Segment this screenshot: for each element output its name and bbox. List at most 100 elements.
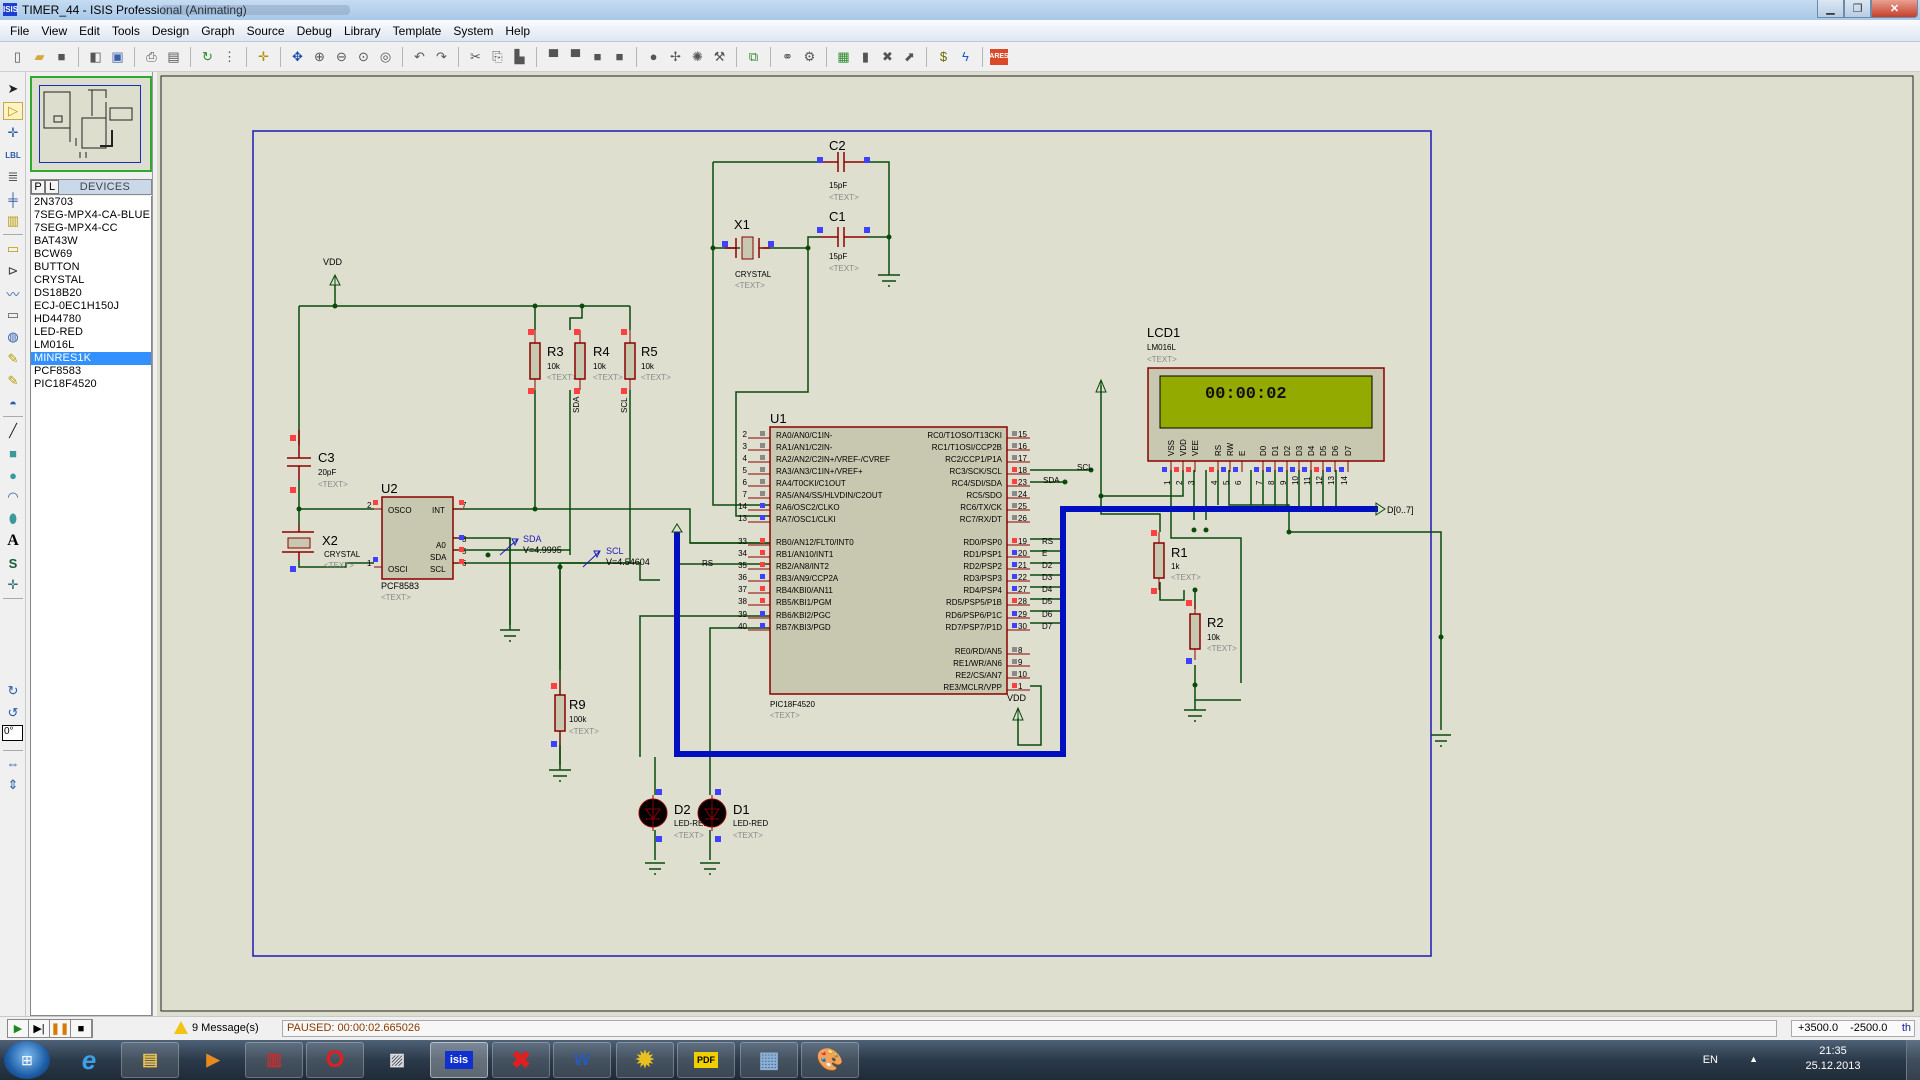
decompose-icon[interactable]: ⚒ [710, 47, 729, 66]
current-probe-icon[interactable]: ✎ [3, 372, 23, 390]
ares-netlist-icon[interactable]: ARES [989, 48, 1009, 65]
u1-pin[interactable]: 5 RA3/AN3/C1IN+/VREF+ [743, 466, 863, 476]
start-button[interactable]: ⊞ [4, 1041, 50, 1079]
overview-window[interactable] [30, 76, 152, 172]
u1-pin[interactable]: 16 RC1/T1OSI/CCP2B [932, 442, 1030, 452]
design-explorer-icon[interactable]: ▦ [834, 47, 853, 66]
new-sheet-icon[interactable]: ▮ [856, 47, 875, 66]
library-manager-button[interactable]: L [45, 180, 59, 194]
u1-pin[interactable]: 9 RE1/WR/AN6 [953, 658, 1030, 668]
u1-pin[interactable]: 7 RA5/AN4/SS/HLVDIN/C2OUT [743, 490, 883, 500]
tape-recorder-icon[interactable]: ▭ [3, 306, 23, 324]
line-icon[interactable]: ╱ [3, 422, 23, 440]
taskbar-word[interactable]: W [553, 1042, 611, 1078]
make-device-icon[interactable]: ✢ [666, 47, 685, 66]
show-desktop-button[interactable] [1906, 1040, 1920, 1080]
rotate-clockwise-icon[interactable]: ↻ [3, 682, 23, 700]
u1-pin[interactable]: 8 RE0/RD/AN5 [955, 646, 1030, 656]
junction-dot-icon[interactable]: ✛ [3, 124, 23, 142]
zoom-out-icon[interactable]: ⊖ [332, 47, 351, 66]
menu-template[interactable]: Template [387, 24, 448, 38]
packaging-tool-icon[interactable]: ✺ [688, 47, 707, 66]
device-item[interactable]: BAT43W [31, 235, 151, 248]
zoom-in-icon[interactable]: ⊕ [310, 47, 329, 66]
search-tag-icon[interactable]: ⚭ [778, 47, 797, 66]
block-copy-icon[interactable]: ▀ [544, 47, 563, 66]
block-rotate-icon[interactable]: ■ [588, 47, 607, 66]
generator-icon[interactable]: ◍ [3, 328, 23, 346]
clock[interactable]: 21:35 25.12.2013 [1798, 1044, 1868, 1074]
device-item[interactable]: HD44780 [31, 313, 151, 326]
taskbar-opera[interactable]: O [306, 1042, 364, 1078]
device-item[interactable]: LM016L [31, 339, 151, 352]
taskbar-mplab[interactable]: ✖ [492, 1042, 550, 1078]
rotate-anticlockwise-icon[interactable]: ↺ [3, 704, 23, 722]
coord-unit[interactable]: th [1902, 1021, 1914, 1036]
taskbar-isis[interactable]: isis [430, 1042, 488, 1078]
step-button[interactable]: ▶| [29, 1020, 50, 1037]
u1-pin[interactable]: 10 RE2/CS/AN7 [955, 670, 1030, 680]
save-icon[interactable]: ■ [52, 47, 71, 66]
menu-edit[interactable]: Edit [73, 24, 106, 38]
redo-icon[interactable]: ↷ [432, 47, 451, 66]
device-item[interactable]: ECJ-0EC1H150J [31, 300, 151, 313]
u1-pin[interactable]: 1 RE3/MCLR/VPP [943, 682, 1030, 692]
device-item[interactable]: 7SEG-MPX4-CC [31, 222, 151, 235]
open-icon[interactable]: ▰ [30, 47, 49, 66]
export-icon[interactable]: ▣ [108, 47, 127, 66]
voltage-probe-icon[interactable]: ✎ [3, 350, 23, 368]
u1-pin[interactable]: 24 RC5/SDO [966, 490, 1030, 500]
zoom-all-icon[interactable]: ⊙ [354, 47, 373, 66]
u1-pin[interactable]: 4 RA2/AN2/C2IN+/VREF-/CVREF [743, 454, 891, 464]
circle-icon[interactable]: ● [3, 466, 23, 484]
import-icon[interactable]: ◧ [86, 47, 105, 66]
new-icon[interactable]: ▯ [8, 47, 27, 66]
device-item[interactable]: 7SEG-MPX4-CA-BLUE [31, 209, 151, 222]
block-delete-icon[interactable]: ■ [610, 47, 629, 66]
menu-file[interactable]: File [4, 24, 35, 38]
menu-tools[interactable]: Tools [106, 24, 146, 38]
menu-view[interactable]: View [35, 24, 73, 38]
taskbar-pdf[interactable]: PDF [677, 1042, 735, 1078]
taskbar-paint[interactable]: 🎨 [801, 1042, 859, 1078]
u1-pin[interactable]: 15 RC0/T1OSO/T13CKI [927, 430, 1030, 440]
taskbar-internet-explorer[interactable]: e [60, 1042, 118, 1078]
u1-pin[interactable]: 18 RC3/SCK/SCL [950, 466, 1030, 476]
device-pins-icon[interactable]: ⊳ [3, 262, 23, 280]
block-move-icon[interactable]: ▀ [566, 47, 585, 66]
u1-pin[interactable]: 17 RC2/CCP1/P1A [945, 454, 1030, 464]
taskbar-windows-explorer[interactable]: ▤ [121, 1042, 179, 1078]
wire-label-icon[interactable]: LBL [3, 146, 23, 164]
taskbar-scanner[interactable]: ▨ [368, 1042, 426, 1078]
stop-button[interactable]: ■ [71, 1020, 92, 1037]
remove-sheet-icon[interactable]: ✖ [878, 47, 897, 66]
redraw-icon[interactable]: ↻ [198, 47, 217, 66]
play-button[interactable]: ▶ [8, 1020, 29, 1037]
minimize-button[interactable]: ▁ [1817, 0, 1844, 18]
taskbar-imagine[interactable]: ✹ [616, 1042, 674, 1078]
marker-icon[interactable]: ✛ [3, 576, 23, 594]
origin-icon[interactable]: ✛ [254, 47, 273, 66]
menu-system[interactable]: System [447, 24, 499, 38]
virtual-instruments-icon[interactable]: ◓ [3, 394, 23, 412]
undo-icon[interactable]: ↶ [410, 47, 429, 66]
text-script-icon[interactable]: ≣ [3, 168, 23, 186]
box-icon[interactable]: ■ [3, 444, 23, 462]
paste-icon[interactable]: ▙ [510, 47, 529, 66]
u1-pin[interactable]: 23 RC4/SDI/SDA [952, 478, 1030, 488]
device-item[interactable]: PCF8583 [31, 365, 151, 378]
graph-icon[interactable]: 〰 [3, 284, 23, 302]
component-mode-icon[interactable]: ▷ [3, 102, 23, 120]
text-icon[interactable]: A [3, 532, 23, 550]
u1-pin[interactable]: 25 RC6/TX/CK [960, 502, 1030, 512]
closed-path-icon[interactable]: ⬮ [3, 510, 23, 528]
pick-devices-button[interactable]: P [31, 180, 45, 194]
menu-debug[interactable]: Debug [291, 24, 338, 38]
device-item-selected[interactable]: MINRES1K [31, 352, 151, 365]
property-tool-icon[interactable]: ⚙ [800, 47, 819, 66]
rotation-angle-field[interactable]: 0° [2, 725, 23, 741]
terminals-icon[interactable]: ▭ [3, 240, 23, 258]
symbol-icon[interactable]: S [3, 554, 23, 572]
electrical-rule-check-icon[interactable]: ϟ [956, 47, 975, 66]
mirror-x-icon[interactable]: ⇔ [3, 754, 23, 772]
